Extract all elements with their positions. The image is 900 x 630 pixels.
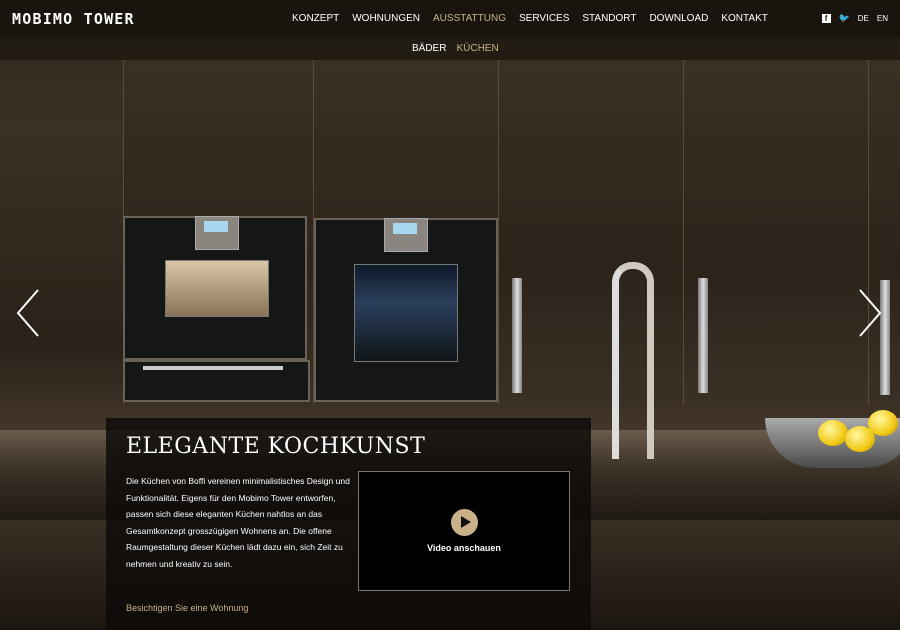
language-en[interactable]: EN [877,14,888,23]
oven-display [195,216,239,250]
nav-item-download[interactable]: DOWNLOAD [649,13,708,24]
cabinet-handle [698,278,708,393]
social-and-language: f 🐦 DE EN [821,13,888,24]
video-thumbnail[interactable]: Video anschauen [358,471,570,591]
language-de[interactable]: DE [858,14,869,23]
video-label[interactable]: Video anschauen [359,543,569,553]
warming-drawer [123,360,310,402]
nav-item-ausstattung[interactable]: AUSSTATTUNG [433,13,506,24]
top-navigation-bar: MOBIMO TOWER KONZEPT WOHNUNGEN AUSSTATTU… [0,0,900,38]
cabinet-panel [683,60,869,405]
caption-title: ELEGANTE KOCHKUNST [126,434,426,459]
chevron-left-icon[interactable] [16,288,40,338]
nav-item-wohnungen[interactable]: WOHNUNGEN [352,13,420,24]
sub-nav: BÄDER KÜCHEN [412,43,499,54]
subnav-item-baeder[interactable]: BÄDER [412,43,446,54]
nav-item-standort[interactable]: STANDORT [582,13,636,24]
oven [314,218,498,402]
subnav-item-kuechen[interactable]: KÜCHEN [456,43,498,54]
lemon [818,420,848,446]
faucet [612,262,654,459]
caption-text: Die Küchen von Boffi vereinen minimalist… [126,476,350,569]
oven-display [384,218,428,252]
cabinet-handle [512,278,522,393]
nav-item-services[interactable]: SERVICES [519,13,569,24]
nav-item-konzept[interactable]: KONZEPT [292,13,339,24]
oven-window [354,264,458,362]
lemon [868,410,898,436]
oven-window [165,260,269,317]
caption-box: ELEGANTE KOCHKUNST Die Küchen von Boffi … [106,418,591,630]
drawer-handle [143,366,283,370]
main-nav: KONZEPT WOHNUNGEN AUSSTATTUNG SERVICES S… [292,13,768,24]
play-icon[interactable] [451,509,478,536]
nav-item-kontakt[interactable]: KONTAKT [721,13,767,24]
facebook-icon[interactable]: f [821,14,831,23]
cabinet-panel [498,60,684,405]
chevron-right-icon[interactable] [858,288,882,338]
view-apartment-link[interactable]: Besichtigen Sie eine Wohnung [126,603,248,613]
steam-oven [123,216,307,360]
twitter-icon[interactable]: 🐦 [839,13,850,24]
site-logo[interactable]: MOBIMO TOWER [12,10,135,28]
